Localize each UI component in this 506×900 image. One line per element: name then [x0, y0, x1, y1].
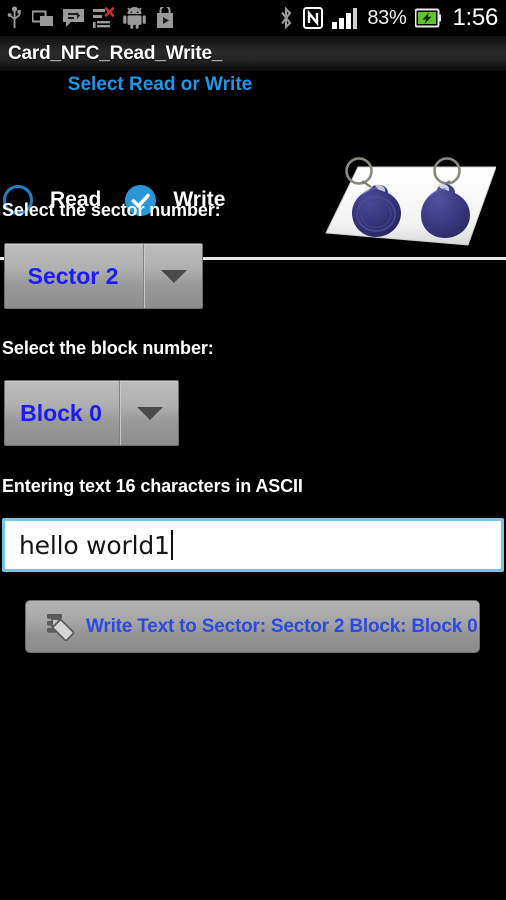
mode-section-heading: Select Read or Write	[67, 74, 253, 95]
app-title: Card_NFC_Read_Write_	[8, 42, 223, 64]
chevron-down-icon[interactable]	[144, 244, 202, 308]
status-bar-left-icons	[6, 5, 175, 30]
usb-icon	[6, 6, 23, 30]
write-text-button[interactable]: Write Text to Sector: Sector 2 Block: Bl…	[25, 600, 480, 653]
status-bar-clock: 1:56	[452, 4, 498, 31]
sector-label: Select the sector number:	[2, 200, 221, 220]
bluetooth-icon	[278, 6, 294, 30]
sector-spinner[interactable]: Sector 2	[4, 243, 203, 309]
ascii-text-label: Entering text 16 characters in ASCII	[2, 476, 303, 496]
battery-charging-icon	[414, 8, 442, 28]
app-root: 83% 1:56 Card_NFC_Read_Write_ Select Rea…	[0, 0, 506, 900]
task-list-error-icon	[93, 7, 115, 29]
android-robot-icon	[123, 7, 146, 29]
screen-mirror-icon	[31, 8, 54, 28]
sms-message-icon	[63, 8, 84, 28]
ascii-text-input[interactable]: hello world1	[2, 518, 504, 572]
status-bar: 83% 1:56	[0, 0, 506, 36]
read-write-mode-section: Select Read or Write Read Write	[0, 72, 506, 260]
write-text-button-label: Write Text to Sector: Sector 2 Block: Bl…	[86, 615, 478, 637]
play-store-icon	[155, 5, 175, 29]
block-label: Select the block number:	[2, 338, 214, 358]
sector-spinner-value: Sector 2	[5, 244, 144, 308]
block-spinner-value: Block 0	[5, 381, 120, 445]
nfc-icon	[303, 6, 324, 30]
signal-bars-icon	[332, 7, 358, 29]
ascii-text-value: hello world1	[19, 530, 170, 560]
battery-percent-label: 83%	[367, 7, 407, 29]
nfc-key-fobs-photo	[318, 155, 496, 253]
text-cursor	[170, 530, 173, 560]
chevron-down-icon[interactable]	[120, 381, 178, 445]
block-spinner[interactable]: Block 0	[4, 380, 179, 446]
status-bar-right-icons: 83% 1:56	[278, 6, 498, 30]
title-bar: Card_NFC_Read_Write_	[0, 36, 506, 72]
write-document-pencil-icon	[42, 610, 76, 644]
